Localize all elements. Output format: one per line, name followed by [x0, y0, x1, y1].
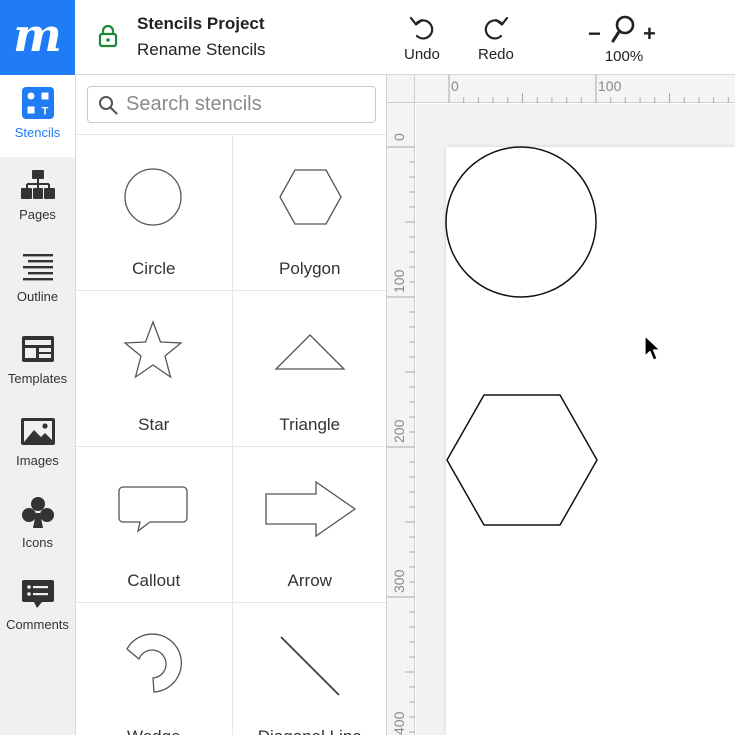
zoom-out-button[interactable]: − [588, 21, 601, 47]
ruler-label: 100 [598, 78, 622, 94]
stencil-row: Callout Arrow [76, 447, 387, 603]
stencil-label: Circle [132, 259, 176, 278]
project-subtitle[interactable]: Rename Stencils [137, 40, 266, 60]
stencil-grid: Circle Polygon Star Triangle Callout Arr… [76, 134, 387, 735]
lock-icon[interactable] [98, 24, 118, 48]
rail-item-comments[interactable]: Comments [0, 567, 75, 649]
stencil-label: Wedge [76, 727, 232, 735]
stencil-arrow[interactable]: Arrow [231, 447, 387, 602]
stencil-star[interactable]: Star [76, 291, 232, 446]
stencil-row: Star Triangle [76, 291, 387, 447]
magnifier-icon[interactable] [608, 14, 638, 44]
stencil-circle[interactable]: Circle [76, 135, 232, 290]
stencil-label: Arrow [287, 571, 332, 590]
rail-label: Outline [16, 289, 59, 304]
stencil-polygon[interactable]: Polygon [231, 135, 387, 290]
rail-label: Templates [7, 371, 68, 386]
triangle-icon [273, 334, 346, 370]
rail-item-templates[interactable]: Templates [0, 321, 75, 403]
stencil-wedge[interactable]: Wedge [76, 603, 232, 735]
star-icon [123, 320, 183, 379]
callout-icon [118, 486, 188, 533]
club-icon [21, 497, 54, 528]
ruler-label: 100 [391, 269, 407, 293]
ruler-vertical[interactable]: 0 100 200 300 400 [387, 103, 415, 735]
svg-text:T: T [41, 106, 48, 118]
stencil-callout[interactable]: Callout [76, 447, 232, 602]
mouse-cursor-icon [644, 335, 661, 361]
search-icon [99, 95, 118, 115]
stencil-label: Star [138, 415, 170, 434]
rail-item-images[interactable]: Images [0, 403, 75, 485]
undo-icon [409, 16, 434, 40]
search-input[interactable] [126, 93, 366, 116]
left-rail: T Stencils Pages Outline Templates Image… [0, 75, 76, 735]
stencil-diagonal-line[interactable]: Diagonal Line [231, 603, 387, 735]
ruler-corner [387, 75, 415, 103]
redo-button[interactable]: Redo [478, 14, 514, 63]
stencil-triangle[interactable]: Triangle [231, 291, 387, 446]
ruler-label: 0 [391, 133, 407, 141]
canvas-shapes [445, 146, 598, 526]
logo-letter: m [13, 7, 62, 62]
rail-label: Images [16, 453, 59, 468]
rail-item-stencils[interactable]: T Stencils [0, 75, 75, 157]
undo-button[interactable]: Undo [404, 14, 440, 63]
stencil-row: Wedge Diagonal Line [76, 603, 387, 735]
templates-icon [21, 336, 54, 362]
redo-icon [484, 16, 509, 40]
stencil-row: Circle Polygon [76, 135, 387, 291]
stencil-label: Diagonal Line [233, 727, 387, 735]
stencils-icon: T [21, 87, 54, 119]
rail-label: Icons [21, 535, 54, 550]
polygon-icon [278, 169, 342, 225]
comment-icon [21, 580, 54, 608]
ruler-label: 0 [451, 78, 459, 94]
redo-label: Redo [478, 46, 514, 63]
canvas-circle[interactable] [445, 146, 597, 298]
outline-icon [22, 254, 53, 281]
app-logo[interactable]: m [0, 0, 75, 75]
rail-label: Comments [6, 617, 69, 632]
rail-label: Pages [19, 207, 56, 222]
ruler-label: 300 [391, 569, 407, 593]
stencil-panel: Circle Polygon Star Triangle [76, 75, 387, 735]
ruler-horizontal[interactable]: 0 100 [387, 75, 735, 103]
canvas-hexagon[interactable] [446, 394, 598, 526]
rail-item-pages[interactable]: Pages [0, 157, 75, 239]
ruler-label: 200 [391, 419, 407, 443]
search-box[interactable] [87, 86, 376, 123]
project-title[interactable]: Stencils Project [137, 14, 265, 34]
undo-label: Undo [404, 46, 440, 63]
ruler-label: 400 [391, 711, 407, 735]
zoom-level[interactable]: 100% [586, 48, 662, 65]
top-bar: m Stencils Project Rename Stencils Undo … [0, 0, 735, 75]
stencil-label: Polygon [279, 259, 341, 278]
zoom-in-button[interactable]: + [643, 21, 656, 47]
wedge-icon [126, 633, 183, 693]
rail-item-outline[interactable]: Outline [0, 239, 75, 321]
pages-icon [20, 170, 55, 199]
rail-label: Stencils [14, 125, 61, 140]
stencil-label: Triangle [279, 415, 341, 434]
diagonal-line-icon [279, 636, 340, 696]
images-icon [20, 418, 55, 445]
zoom-control: − + 100% [586, 12, 662, 68]
circle-icon [124, 168, 182, 226]
arrow-icon [264, 480, 356, 538]
stencil-label: Callout [127, 571, 181, 590]
rail-item-icons[interactable]: Icons [0, 485, 75, 567]
